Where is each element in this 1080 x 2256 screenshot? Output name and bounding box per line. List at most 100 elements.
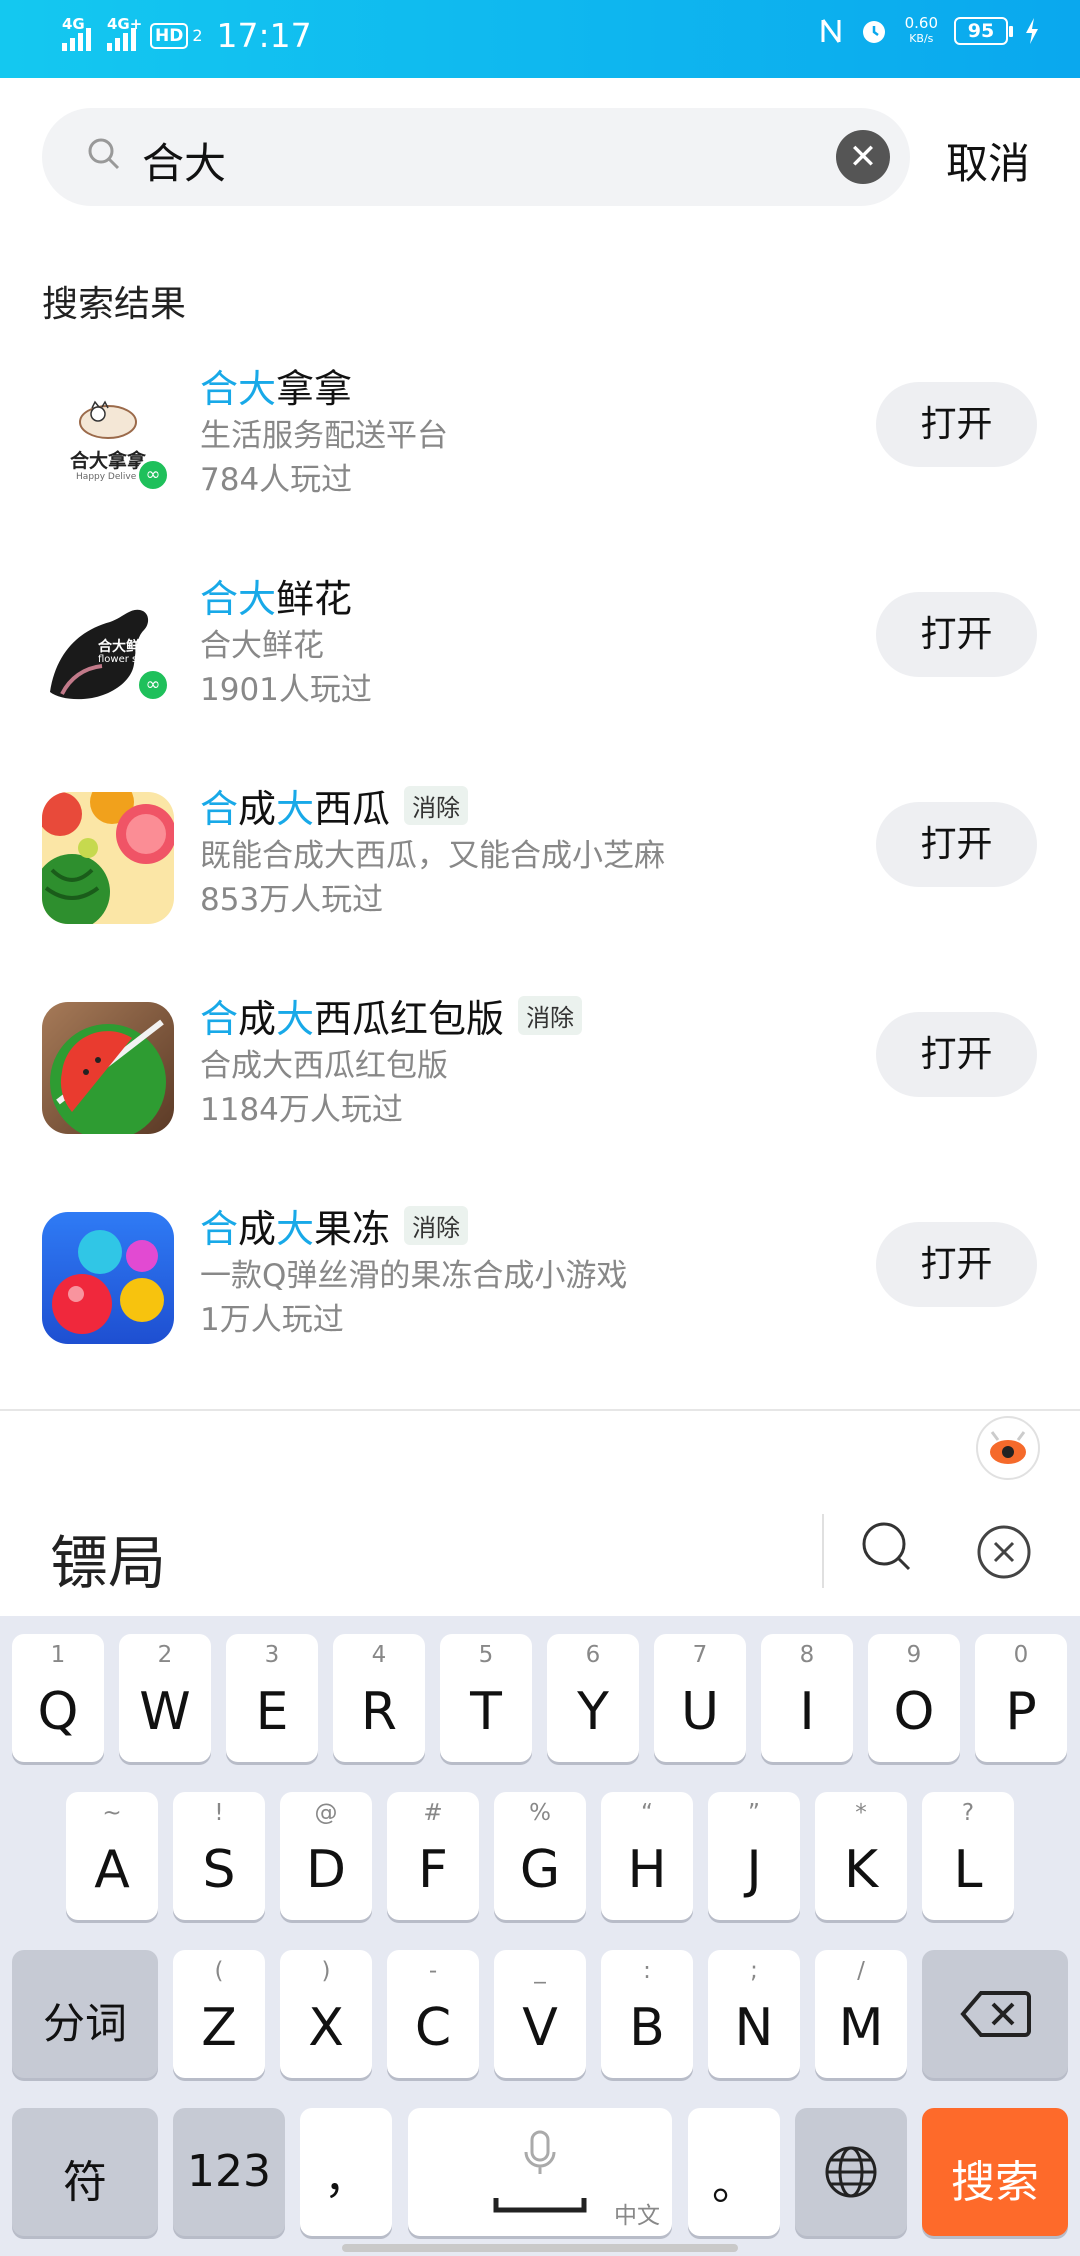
language-key[interactable]: [795, 2108, 907, 2236]
key-u[interactable]: 7U: [654, 1634, 746, 1762]
cancel-button[interactable]: 取消: [946, 130, 1030, 191]
candidate-word[interactable]: 镖局: [50, 1516, 166, 1600]
close-keyboard-icon[interactable]: [976, 1524, 1032, 1580]
key-t[interactable]: 5T: [440, 1634, 532, 1762]
list-item[interactable]: 合大鲜花 flower store ∞ 合大鲜花 合大鲜花 1901人玩过 打开: [0, 568, 1080, 758]
search-icon: [88, 138, 120, 170]
mini-program-badge-icon: ∞: [136, 668, 170, 702]
open-button[interactable]: 打开: [876, 382, 1037, 467]
key-o[interactable]: 9O: [868, 1634, 960, 1762]
open-button[interactable]: 打开: [876, 802, 1037, 887]
key-z[interactable]: (Z: [173, 1950, 265, 2078]
results-heading: 搜索结果: [42, 284, 187, 325]
item-description: 一款Q弹丝滑的果冻合成小游戏: [200, 1258, 628, 1294]
signal-icon: 4G+: [105, 15, 142, 51]
list-item[interactable]: 合成大果冻 消除 一款Q弹丝滑的果冻合成小游戏 1万人玩过 打开: [0, 1198, 1080, 1388]
category-tag: 消除: [518, 996, 583, 1035]
space-bar-icon: [493, 2198, 587, 2213]
keyboard: 1Q 2W 3E 4R 5T 6Y 7U 8I 9O 0P ~ A ! S @ D #…: [0, 1616, 1080, 2256]
key-r[interactable]: 4R: [333, 1634, 425, 1762]
status-bar: 4G 4G+ HD 2 17:17 0.60 KB/s 95: [0, 0, 1080, 78]
backspace-key[interactable]: [922, 1950, 1068, 2078]
key-m[interactable]: / M: [815, 1950, 907, 2078]
key-w[interactable]: 2W: [119, 1634, 211, 1762]
item-play-count: 784人玩过: [200, 462, 353, 498]
key-s[interactable]: ! S: [173, 1792, 265, 1920]
item-name: 合成大西瓜 消除: [200, 778, 469, 833]
period-key[interactable]: 。: [688, 2108, 780, 2236]
search-bar[interactable]: 合大 ✕: [42, 108, 910, 206]
list-item[interactable]: 合大拿拿 Happy Deliver ∞ 合大拿拿 生活服务配送平台 784人玩…: [0, 358, 1080, 548]
network-speed: 0.60 KB/s: [904, 14, 938, 46]
item-description: 既能合成大西瓜，又能合成小芝麻: [200, 838, 665, 874]
category-tag: 消除: [404, 786, 469, 825]
number-key[interactable]: 123: [173, 2108, 285, 2236]
search-icon[interactable]: [858, 1518, 918, 1578]
microphone-icon: [524, 2130, 556, 2174]
globe-icon: [825, 2146, 877, 2198]
search-key[interactable]: 搜索: [922, 2108, 1068, 2236]
key-l[interactable]: ? L: [922, 1792, 1014, 1920]
item-description: 合大鲜花: [200, 628, 324, 664]
jelly-bubbles-icon: [42, 1212, 174, 1344]
key-d[interactable]: @ D: [280, 1792, 372, 1920]
battery-indicator: 95: [954, 17, 1013, 45]
item-name: 合成大西瓜红包版 消除: [200, 988, 583, 1043]
key-g[interactable]: % G: [494, 1792, 586, 1920]
list-item[interactable]: 合成大西瓜 消除 既能合成大西瓜，又能合成小芝麻 853万人玩过 打开: [0, 778, 1080, 968]
signal-icon: 4G: [60, 15, 91, 51]
hd-badge: HD: [150, 22, 189, 49]
key-q[interactable]: 1Q: [12, 1634, 104, 1762]
item-name: 合大拿拿: [200, 367, 353, 411]
key-b[interactable]: :B: [601, 1950, 693, 2078]
comma-key[interactable]: ，: [300, 2108, 392, 2236]
key-e[interactable]: 3E: [226, 1634, 318, 1762]
keyboard-mascot-icon[interactable]: [976, 1416, 1040, 1480]
network-type-2: 4G+: [107, 14, 143, 33]
clock: 17:17: [216, 16, 312, 55]
key-c[interactable]: -C: [387, 1950, 479, 2078]
open-button[interactable]: 打开: [876, 1012, 1037, 1097]
space-sub-label: 中文: [614, 2203, 660, 2229]
search-input[interactable]: 合大: [142, 130, 226, 191]
fruit-game-icon: [42, 792, 174, 924]
space-key[interactable]: 中文: [408, 2108, 672, 2236]
open-button[interactable]: 打开: [876, 1222, 1037, 1307]
key-f[interactable]: # F: [387, 1792, 479, 1920]
item-name: 合成大果冻 消除: [200, 1198, 469, 1253]
category-tag: 消除: [404, 1206, 469, 1245]
flower-logo-sub: flower store: [98, 654, 158, 665]
key-i[interactable]: 8I: [761, 1634, 853, 1762]
key-x[interactable]: ) X: [280, 1950, 372, 2078]
key-p[interactable]: 0P: [975, 1634, 1067, 1762]
item-play-count: 1184万人玩过: [200, 1092, 403, 1128]
symbol-key[interactable]: 符: [12, 2108, 158, 2236]
key-a[interactable]: ~ A: [66, 1792, 158, 1920]
item-play-count: 1901人玩过: [200, 672, 372, 708]
segment-key[interactable]: 分词: [12, 1950, 158, 2078]
clear-search-button[interactable]: ✕: [836, 130, 890, 184]
item-play-count: 853万人玩过: [200, 882, 384, 918]
key-h[interactable]: “H: [601, 1792, 693, 1920]
alarm-icon: [862, 21, 885, 43]
network-type-1: 4G: [62, 14, 85, 33]
hd-sub: 2: [192, 26, 203, 45]
charging-icon: [1026, 18, 1038, 44]
key-v[interactable]: _ V: [494, 1950, 586, 2078]
sliced-watermelon-icon: [42, 1002, 174, 1134]
flower-logo-text: 合大鲜花: [98, 639, 154, 655]
key-n[interactable]: ; N: [708, 1950, 800, 2078]
divider: [0, 1409, 1080, 1411]
candidate-separator: [822, 1514, 824, 1588]
item-play-count: 1万人玩过: [200, 1302, 344, 1338]
key-k[interactable]: * K: [815, 1792, 907, 1920]
key-j[interactable]: ” J: [708, 1792, 800, 1920]
key-y[interactable]: 6Y: [547, 1634, 639, 1762]
mini-program-badge-icon: ∞: [136, 458, 170, 492]
open-button[interactable]: 打开: [876, 592, 1037, 677]
list-item[interactable]: 合成大西瓜红包版 消除 合成大西瓜红包版 1184万人玩过 打开: [0, 988, 1080, 1178]
item-description: 合成大西瓜红包版: [200, 1048, 448, 1084]
item-description: 生活服务配送平台: [200, 418, 448, 454]
home-indicator[interactable]: [342, 2244, 738, 2252]
candidate-bar: 镖局: [0, 1496, 1080, 1616]
